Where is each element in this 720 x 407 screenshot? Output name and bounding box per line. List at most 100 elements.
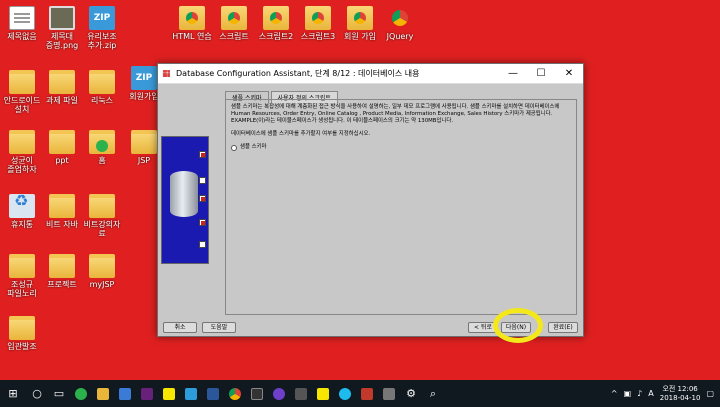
doc-icon [9,6,35,30]
desktop-icon-script2[interactable]: 스크립트2 [254,6,298,41]
desktop-icon-linux[interactable]: 리눅스 [80,70,124,105]
desktop-icon-signup[interactable]: 회원 가입 [338,6,382,41]
folder-icon [49,70,75,94]
help-button[interactable]: 도움말 [202,322,236,333]
desktop-icon-filenori[interactable]: 조성규 파일노리 [0,254,44,298]
desktop-icon-zip[interactable]: ZIP 유리보조 추가.zip [80,6,124,50]
step-checkbox-icon [199,177,206,184]
desktop-icon-bit-lecture[interactable]: 비트강의자료 [80,194,124,238]
clock-time: 오전 12:06 [662,384,698,393]
radio-icon[interactable] [231,144,237,151]
visual-studio-icon[interactable] [136,380,158,407]
ie-icon[interactable] [334,380,356,407]
desktop-icon-android-setup[interactable]: 안드로이드 설치 [0,70,44,114]
step-checkbox-icon [199,219,206,226]
folder-icon [131,130,157,154]
task-view-icon[interactable]: ▭ [48,380,70,407]
chrome-folder-icon [179,6,205,30]
chrome-folder-icon [221,6,247,30]
notification-icon[interactable]: ▢ [706,389,714,398]
wizard-graphic [161,136,209,264]
folder-icon [9,316,35,340]
store-icon[interactable] [114,380,136,407]
zip-icon: ZIP [89,6,115,30]
window-titlebar[interactable]: ▦ Database Configuration Assistant, 단계 8… [158,64,583,84]
desktop-icon-misc[interactable]: 입관발조 [0,316,44,351]
folder-icon [9,254,35,278]
schema-description: 샘플 스키마는 복잡성에 대해 계층화된 접근 방식을 사용하여 설명하는, 일… [231,104,560,124]
folder-icon [9,130,35,154]
kakao-icon[interactable] [158,380,180,407]
desktop-icon-jquery[interactable]: JQuery [378,6,422,41]
recycle-icon [9,194,35,218]
folder-icon [89,194,115,218]
volume-icon[interactable]: ♪ [637,389,642,398]
desktop-icon-html-practice[interactable]: HTML 연습 [170,6,214,41]
close-button[interactable]: ✕ [555,64,583,84]
chrome-icon[interactable] [224,380,246,407]
desktop-icon-script3[interactable]: 스크립트3 [296,6,340,41]
phone-icon[interactable] [378,380,400,407]
clock[interactable]: 오전 12:06 2018-04-10 [660,385,701,403]
folder-icon [89,130,115,154]
desktop-icon-script[interactable]: 스크립트 [212,6,256,41]
desktop-icon-untitled[interactable]: 제목없음 [0,6,44,41]
pen-icon[interactable] [180,380,202,407]
chrome-folder-icon [347,6,373,30]
desktop-icon-bit-java[interactable]: 비트 자바 [40,194,84,229]
chrome-folder-icon [263,6,289,30]
database-cylinder-icon [170,171,198,217]
step-checkbox-icon [199,241,206,248]
network-icon[interactable]: ▣ [624,389,632,398]
desktop-icon-myjsp[interactable]: myJSP [80,254,124,289]
search2-icon[interactable]: ⌕ [422,380,444,407]
chart-icon[interactable] [356,380,378,407]
folder-icon [49,194,75,218]
sticky-icon[interactable] [312,380,334,407]
folder-icon [89,70,115,94]
folder-icon[interactable] [92,380,114,407]
folder-icon [49,254,75,278]
green-app-icon[interactable] [70,380,92,407]
desktop-icon-recycle-bin[interactable]: 휴지통 [0,194,44,229]
folder-icon [9,70,35,94]
start-icon[interactable]: ⊞ [0,380,26,407]
film-icon[interactable] [290,380,312,407]
settings-icon[interactable]: ⚙ [400,380,422,407]
desktop-icon-home[interactable]: 홈 [80,130,124,165]
chevron-up-icon[interactable]: ^ [611,389,618,398]
taskbar: ⊞ ○ ▭ ⚙ ⌕ ^ ▣ ♪ A 오전 12:06 2018-04-10 ▢ [0,380,720,407]
folder-icon [89,254,115,278]
chrome-icon [387,6,413,30]
word-icon[interactable] [202,380,224,407]
step-checkbox-icon [199,151,206,158]
finish-button[interactable]: 완료(E) [548,322,578,333]
zip-icon: ZIP [131,66,157,90]
folder-icon [49,130,75,154]
maximize-button[interactable]: ☐ [527,64,555,84]
search-icon[interactable]: ○ [26,380,48,407]
desktop-icon-ppt[interactable]: ppt [40,130,84,165]
desktop-icon-assignment[interactable]: 과제 파일 [40,70,84,105]
ime-indicator[interactable]: A [648,389,653,398]
step-checkbox-icon [199,195,206,202]
github-icon[interactable] [268,380,290,407]
oracle-icon: ▦ [162,68,171,79]
desktop-icon-project[interactable]: 프로젝트 [40,254,84,289]
sample-schema-label: 샘플 스키마 [240,144,267,150]
sample-schema-option[interactable]: 샘플 스키마 [231,144,571,151]
clock-date: 2018-04-10 [659,393,701,402]
photo-icon [49,6,75,30]
cancel-button[interactable]: 취소 [163,322,197,333]
window-title: Database Configuration Assistant, 단계 8/1… [176,69,420,78]
system-tray: ^ ▣ ♪ A 오전 12:06 2018-04-10 ▢ [611,385,720,403]
dbca-window: ▦ Database Configuration Assistant, 단계 8… [157,63,584,337]
yellow-highlight-circle [493,308,543,343]
tab-panel: 샘플 스키마는 복잡성에 대해 계층화된 접근 방식을 사용하여 설명하는, 일… [225,99,577,315]
terminal-icon[interactable] [246,380,268,407]
chrome-folder-icon [305,6,331,30]
minimize-button[interactable]: — [499,64,527,84]
schema-question: 데이터베이스에 샘플 스키마를 추가할지 여부를 지정하십시오. [231,131,371,137]
desktop-icon-graduate[interactable]: 성균이 졸업하자 [0,130,44,174]
desktop-icon-photo[interactable]: 제목대 증명.png [40,6,84,50]
